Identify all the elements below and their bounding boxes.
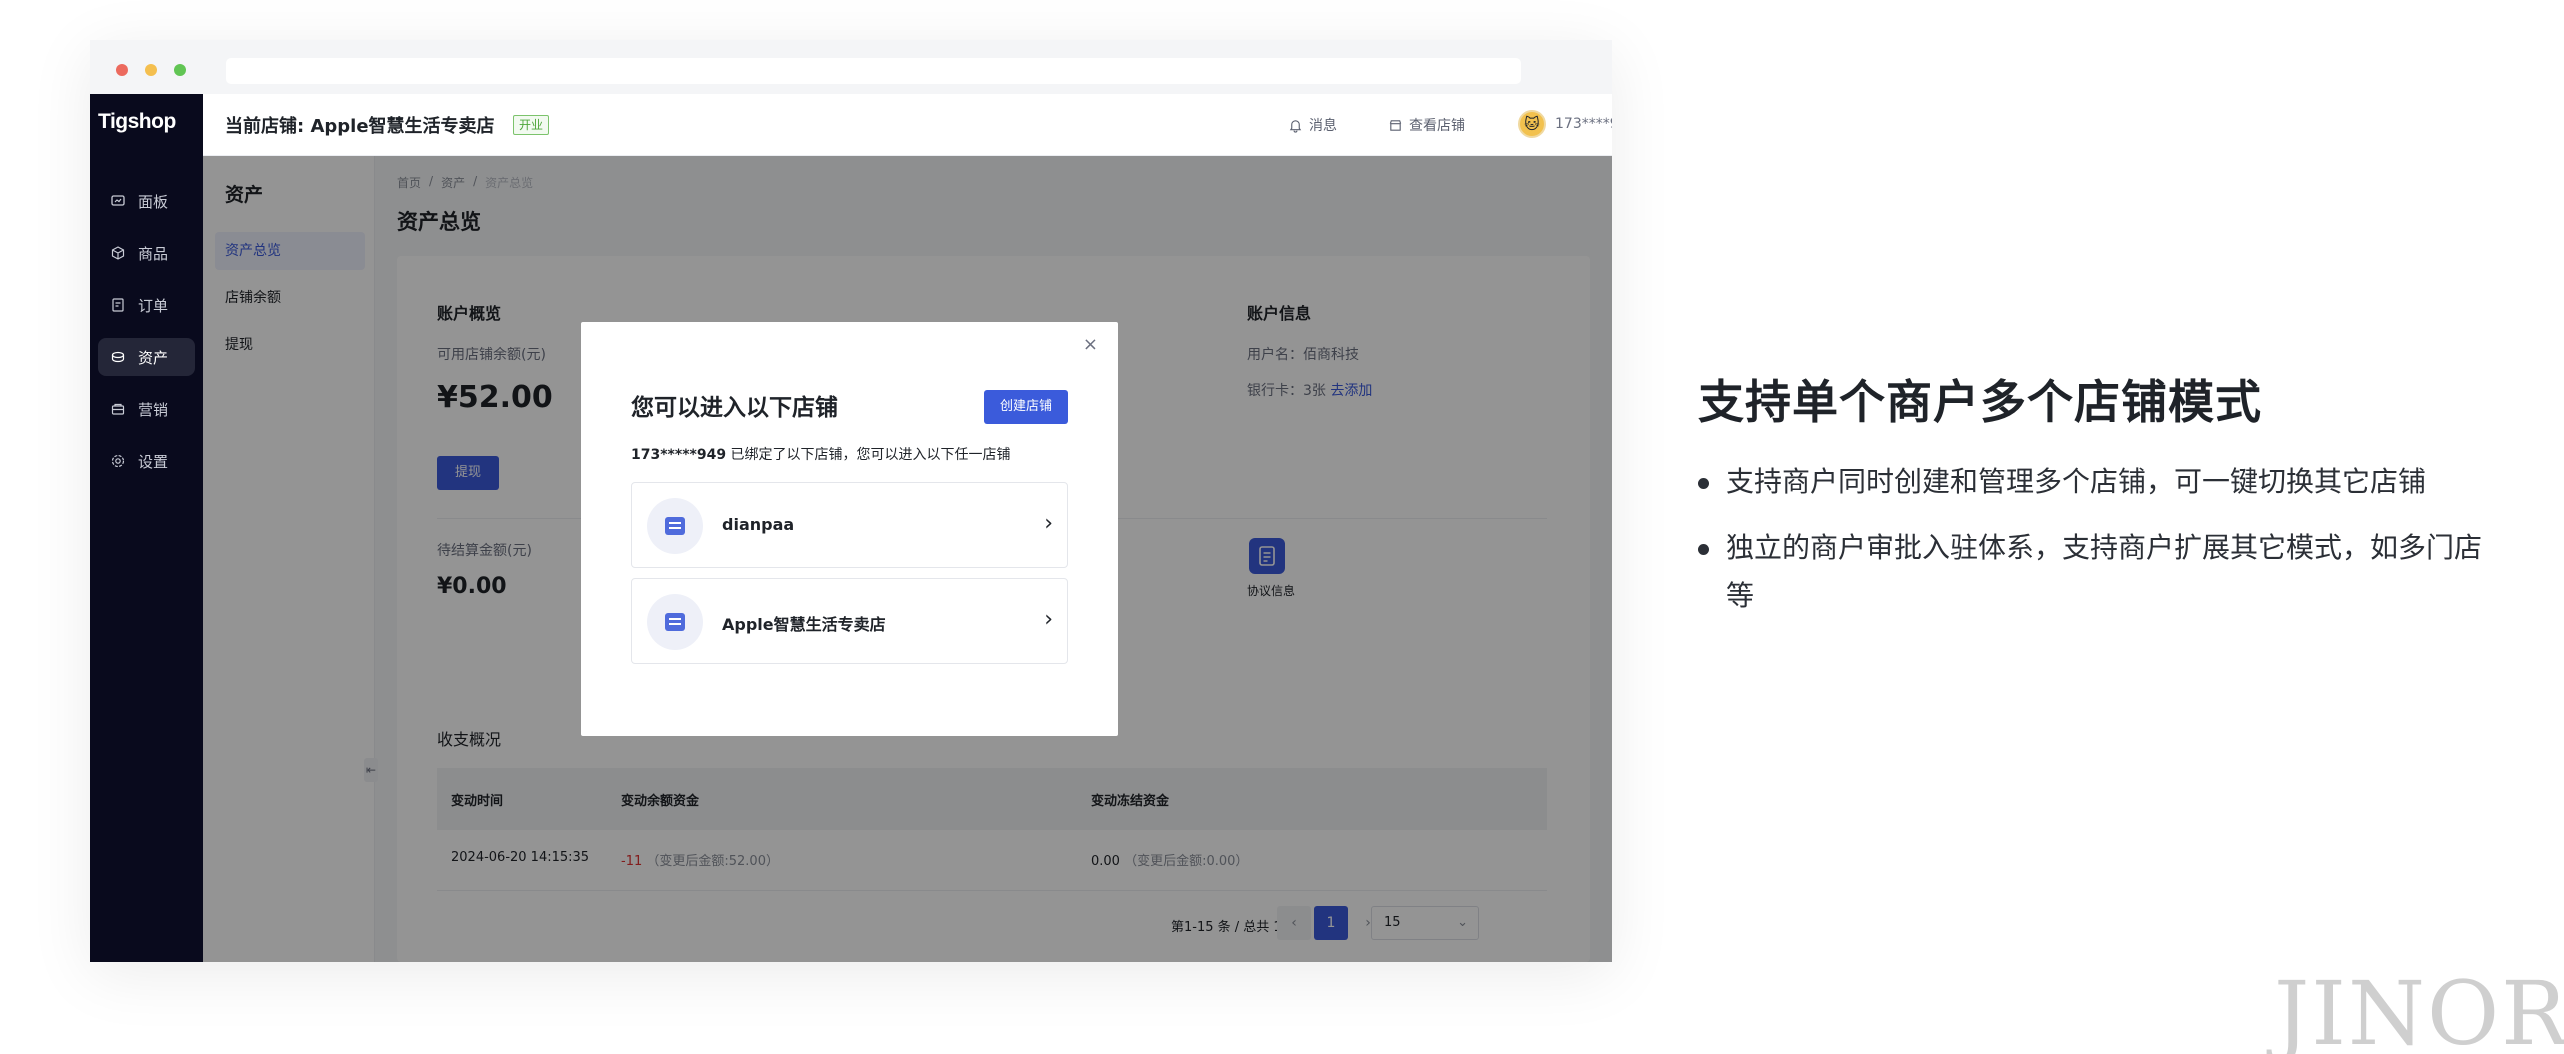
order-icon [112,298,124,312]
sidebar-item-settings[interactable]: 设置 [98,442,195,480]
top-bar: 当前店铺: Apple智慧生活专卖店 开业 消息 查看店铺 🐱 173****9… [203,94,1612,156]
messages-link[interactable]: 消息 [1288,115,1337,135]
browser-chrome [90,40,1612,94]
close-window-dot[interactable] [116,64,128,76]
sidebar-item-label: 设置 [138,452,169,471]
store-icon [1389,119,1402,131]
chevron-right-icon: › [1044,511,1053,536]
minimize-window-dot[interactable] [145,64,157,76]
view-store-label: 查看店铺 [1409,118,1465,134]
modal-description: 173*****949 已绑定了以下店铺，您可以进入以下任一店铺 [631,444,1011,464]
sidebar-item-marketing[interactable]: 营销 [98,390,195,428]
gear-icon [111,454,125,468]
feature-bullet: 独立的商户审批入驻体系，支持商户扩展其它模式，如多门店等 [1698,524,2488,620]
marketing-icon [111,403,125,415]
sidebar-item-goods[interactable]: 商品 [98,234,195,272]
store-name: Apple智慧生活专卖店 [722,615,886,634]
sidebar-item-label: 资产 [138,348,169,367]
store-switch-modal: × 您可以进入以下店铺 创建店铺 173*****949 已绑定了以下店铺，您可… [581,322,1118,736]
sidebar-item-label: 面板 [138,192,169,211]
wallet-icon [111,351,125,363]
avatar[interactable]: 🐱 [1518,110,1546,138]
store-option-apple[interactable]: Apple智慧生活专卖店 › [631,578,1068,664]
messages-label: 消息 [1309,118,1337,134]
store-option-dianpaa[interactable]: dianpaa › [631,482,1068,568]
bound-phone: 173*****949 [631,447,727,463]
app-root: Tigshop 面板 商品 订单 资产 营销 设置 当前店铺: Apple智慧生… [90,94,1612,962]
sidebar-item-assets[interactable]: 资产 [98,338,195,376]
feature-bullet: 支持商户同时创建和管理多个店铺，可一键切换其它店铺 [1698,458,2488,506]
store-icon [647,594,703,650]
watermark: JINOR [2274,962,2564,1054]
store-name: dianpaa [722,515,795,534]
create-store-button[interactable]: 创建店铺 [983,390,1068,424]
box-icon [111,246,125,260]
sidebar-item-dashboard[interactable]: 面板 [98,182,195,220]
store-status-badge: 开业 [513,115,550,135]
store-icon [647,498,703,554]
feature-title: 支持单个商户多个店铺模式 [1698,375,2262,429]
sidebar-item-orders[interactable]: 订单 [98,286,195,324]
address-bar[interactable] [226,58,1521,84]
sidebar-item-label: 营销 [138,400,169,419]
browser-window: Tigshop 面板 商品 订单 资产 营销 设置 当前店铺: Apple智慧生… [90,40,1612,962]
current-store-title: 当前店铺: Apple智慧生活专卖店 [225,116,495,137]
modal-title: 您可以进入以下店铺 [631,395,838,421]
view-store-link[interactable]: 查看店铺 [1388,115,1465,135]
chevron-right-icon: › [1044,607,1053,632]
close-icon[interactable]: × [1083,334,1098,355]
logo: Tigshop [98,110,176,133]
dashboard-icon [111,195,125,206]
bell-icon [1289,119,1302,133]
modal-description-text: 已绑定了以下店铺，您可以进入以下任一店铺 [730,447,1011,463]
sidebar: Tigshop 面板 商品 订单 资产 营销 设置 [90,94,203,962]
feature-bullets: 支持商户同时创建和管理多个店铺，可一键切换其它店铺 独立的商户审批入驻体系，支持… [1698,458,2488,638]
sidebar-item-label: 订单 [138,296,169,315]
sidebar-item-label: 商品 [138,244,169,263]
user-phone[interactable]: 173****9949 [1555,116,1612,132]
maximize-window-dot[interactable] [174,64,186,76]
